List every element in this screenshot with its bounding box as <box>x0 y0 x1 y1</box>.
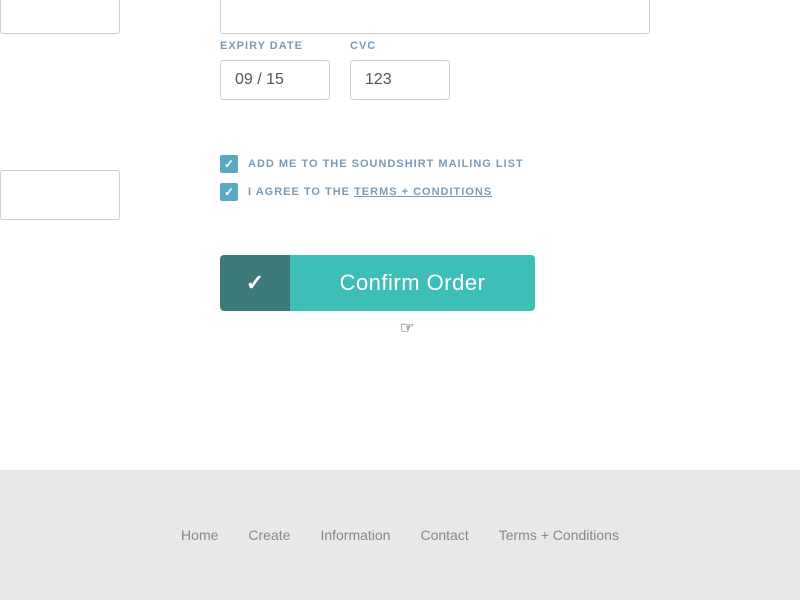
footer-nav-home[interactable]: Home <box>181 527 218 543</box>
footer-nav-contact[interactable]: Contact <box>420 527 468 543</box>
confirm-check-side[interactable]: ✓ <box>220 255 290 311</box>
expiry-field-group: EXPIRY DATE <box>220 40 330 100</box>
mailing-list-checkbox[interactable] <box>220 155 238 173</box>
mailing-list-row: ADD ME TO THE SOUNDSHIRT MAILING LIST <box>220 155 524 173</box>
expiry-input[interactable] <box>220 60 330 100</box>
confirm-order-label: Confirm Order <box>340 270 486 296</box>
checkboxes-section: ADD ME TO THE SOUNDSHIRT MAILING LIST I … <box>220 155 524 211</box>
page-wrapper: EXPIRY DATE CVC ADD ME TO THE SOUNDSHIRT… <box>0 0 800 600</box>
footer-nav-create[interactable]: Create <box>248 527 290 543</box>
confirm-order-section: ✓ Confirm Order <box>220 255 535 341</box>
top-left-input[interactable] <box>0 0 120 34</box>
cvc-input[interactable] <box>350 60 450 100</box>
side-bottom-input-container <box>0 170 120 220</box>
footer-nav: Home Create Information Contact Terms + … <box>181 527 619 543</box>
terms-row: I AGREE TO THE TERMS + CONDITIONS <box>220 183 524 201</box>
footer-nav-terms[interactable]: Terms + Conditions <box>499 527 619 543</box>
cvc-field-group: CVC <box>350 40 450 100</box>
expiry-cvc-section: EXPIRY DATE CVC <box>220 40 450 100</box>
terms-label: I AGREE TO THE TERMS + CONDITIONS <box>248 186 492 198</box>
cursor-indicator: ☞ <box>400 318 414 338</box>
content-area: EXPIRY DATE CVC ADD ME TO THE SOUNDSHIRT… <box>0 0 800 470</box>
footer: Home Create Information Contact Terms + … <box>0 470 800 600</box>
expiry-label: EXPIRY DATE <box>220 40 330 52</box>
footer-nav-information[interactable]: Information <box>320 527 390 543</box>
checkmark-icon: ✓ <box>246 270 264 296</box>
terms-checkbox[interactable] <box>220 183 238 201</box>
confirm-label-side[interactable]: Confirm Order <box>290 255 535 311</box>
confirm-order-button[interactable]: ✓ Confirm Order <box>220 255 535 311</box>
cvc-label: CVC <box>350 40 450 52</box>
mailing-list-label: ADD ME TO THE SOUNDSHIRT MAILING LIST <box>248 158 524 170</box>
terms-link[interactable]: TERMS + CONDITIONS <box>354 186 492 198</box>
top-long-input[interactable] <box>220 0 650 34</box>
